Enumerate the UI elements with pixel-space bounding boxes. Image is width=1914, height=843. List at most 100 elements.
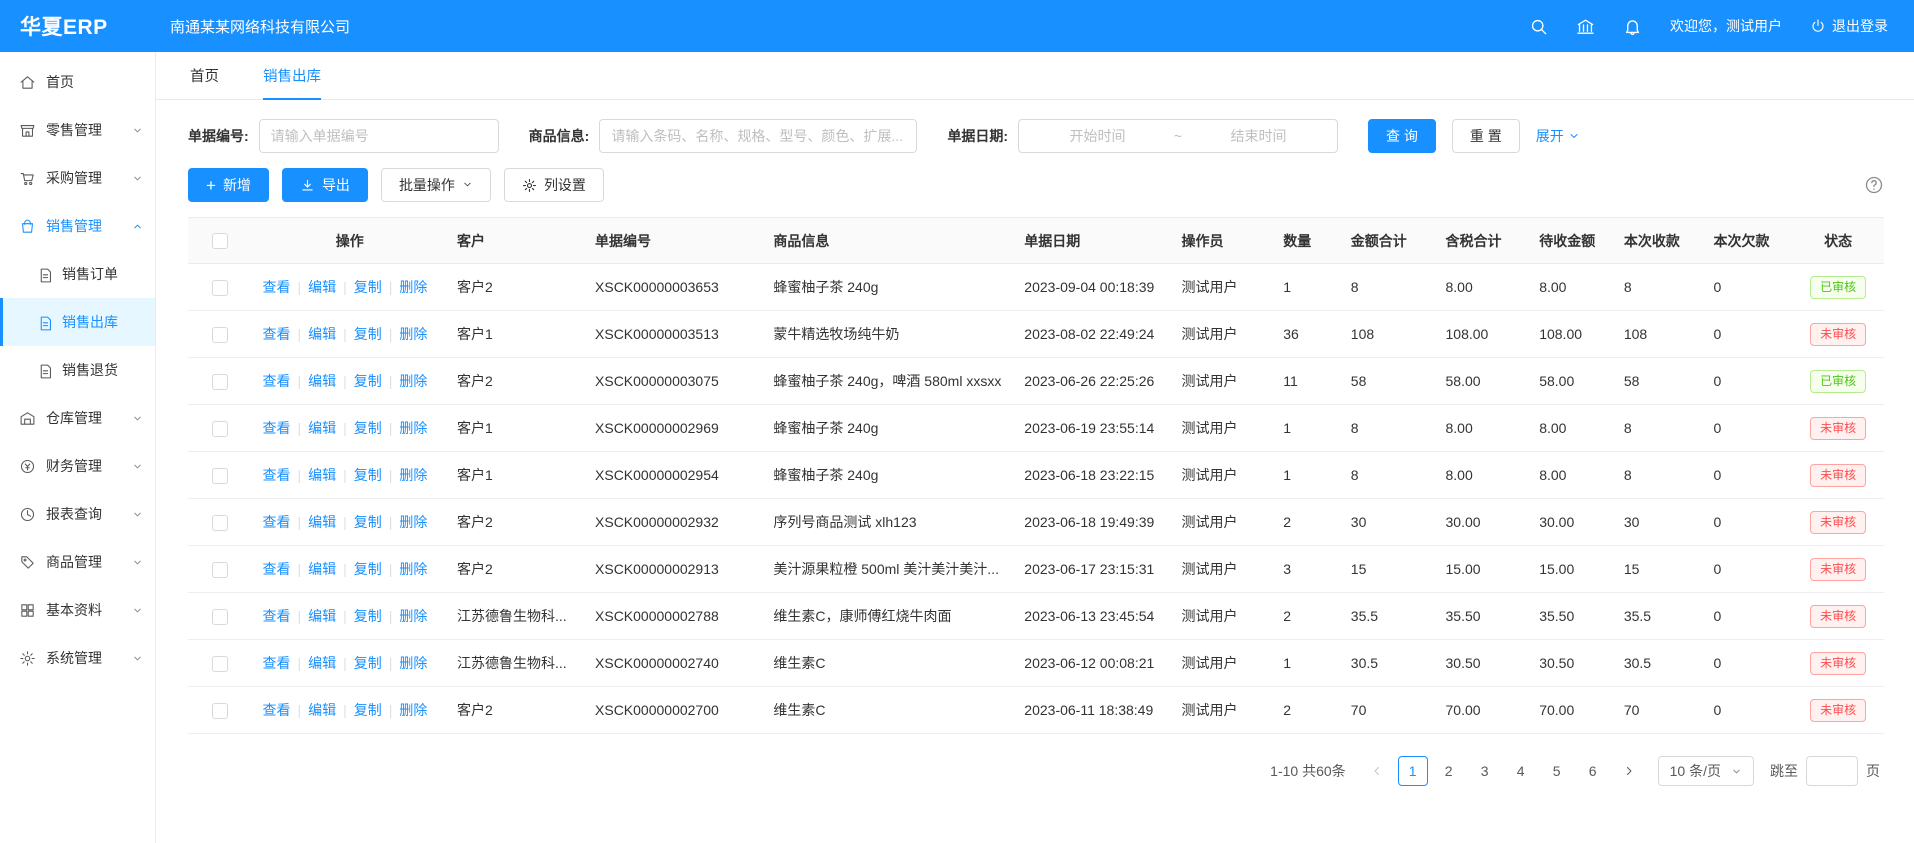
action-link-2[interactable]: 复制: [354, 608, 382, 624]
cell-pending: 108.00: [1529, 311, 1614, 358]
row-checkbox[interactable]: [212, 703, 228, 719]
action-link-1[interactable]: 编辑: [308, 561, 336, 577]
page-button-5[interactable]: 5: [1542, 756, 1572, 786]
action-link-2[interactable]: 复制: [354, 373, 382, 389]
sidebar-item-warehouse[interactable]: 仓库管理: [0, 394, 155, 442]
sidebar-item-finance[interactable]: 财务管理: [0, 442, 155, 490]
bill-no-input[interactable]: [259, 119, 499, 153]
welcome-user[interactable]: 欢迎您，测试用户: [1670, 16, 1782, 36]
tab-home[interactable]: 首页: [190, 52, 219, 99]
action-link-0[interactable]: 查看: [262, 702, 290, 718]
page-button-3[interactable]: 3: [1470, 756, 1500, 786]
page-button-4[interactable]: 4: [1506, 756, 1536, 786]
export-button[interactable]: 导出: [282, 168, 368, 202]
tab-sales-outbound[interactable]: 销售出库: [263, 52, 321, 99]
action-link-3[interactable]: 删除: [399, 373, 427, 389]
next-page-button[interactable]: [1614, 756, 1644, 786]
row-checkbox[interactable]: [212, 374, 228, 390]
select-all-checkbox[interactable]: [212, 233, 228, 249]
action-link-2[interactable]: 复制: [354, 279, 382, 295]
action-link-2[interactable]: 复制: [354, 420, 382, 436]
sidebar-item-home[interactable]: 首页: [0, 58, 155, 106]
action-link-3[interactable]: 删除: [399, 655, 427, 671]
row-checkbox[interactable]: [212, 656, 228, 672]
expand-link[interactable]: 展开: [1536, 126, 1580, 146]
bank-icon[interactable]: [1576, 17, 1595, 36]
sidebar-item-retail[interactable]: 零售管理: [0, 106, 155, 154]
action-link-3[interactable]: 删除: [399, 702, 427, 718]
help-icon[interactable]: [1864, 175, 1884, 195]
action-link-0[interactable]: 查看: [262, 514, 290, 530]
row-checkbox[interactable]: [212, 562, 228, 578]
add-button[interactable]: + 新增: [188, 168, 269, 202]
search-icon[interactable]: [1529, 17, 1548, 36]
column-settings-button[interactable]: 列设置: [504, 168, 604, 202]
sidebar-item-basic[interactable]: 基本资料: [0, 586, 155, 634]
action-link-1[interactable]: 编辑: [308, 373, 336, 389]
action-link-1[interactable]: 编辑: [308, 608, 336, 624]
reset-button[interactable]: 重 置: [1452, 119, 1520, 153]
action-link-2[interactable]: 复制: [354, 514, 382, 530]
action-link-0[interactable]: 查看: [262, 655, 290, 671]
action-link-1[interactable]: 编辑: [308, 279, 336, 295]
page-button-6[interactable]: 6: [1578, 756, 1608, 786]
action-link-3[interactable]: 删除: [399, 514, 427, 530]
action-link-1[interactable]: 编辑: [308, 702, 336, 718]
sidebar-item-sales-order[interactable]: 销售订单: [0, 250, 155, 298]
row-checkbox[interactable]: [212, 609, 228, 625]
action-link-3[interactable]: 删除: [399, 608, 427, 624]
date-range-picker[interactable]: 开始时间 ~ 结束时间: [1018, 119, 1338, 153]
action-link-2[interactable]: 复制: [354, 326, 382, 342]
action-link-2[interactable]: 复制: [354, 467, 382, 483]
action-separator: |: [343, 608, 347, 624]
sidebar-item-sales[interactable]: 销售管理: [0, 202, 155, 250]
row-checkbox[interactable]: [212, 515, 228, 531]
row-checkbox[interactable]: [212, 327, 228, 343]
action-link-0[interactable]: 查看: [262, 373, 290, 389]
action-link-1[interactable]: 编辑: [308, 420, 336, 436]
action-link-3[interactable]: 删除: [399, 420, 427, 436]
action-link-1[interactable]: 编辑: [308, 655, 336, 671]
action-link-3[interactable]: 删除: [399, 279, 427, 295]
page-button-2[interactable]: 2: [1434, 756, 1464, 786]
product-info-label: 商品信息:: [529, 126, 590, 146]
action-link-0[interactable]: 查看: [262, 279, 290, 295]
action-link-1[interactable]: 编辑: [308, 326, 336, 342]
cell-date: 2023-08-02 22:49:24: [1014, 311, 1171, 358]
row-checkbox[interactable]: [212, 468, 228, 484]
action-link-0[interactable]: 查看: [262, 326, 290, 342]
action-link-0[interactable]: 查看: [262, 420, 290, 436]
action-link-1[interactable]: 编辑: [308, 467, 336, 483]
action-link-2[interactable]: 复制: [354, 655, 382, 671]
sidebar-item-purchase[interactable]: 采购管理: [0, 154, 155, 202]
action-link-0[interactable]: 查看: [262, 467, 290, 483]
action-link-0[interactable]: 查看: [262, 561, 290, 577]
sidebar-item-system[interactable]: 系统管理: [0, 634, 155, 682]
cell-tax_total: 30.00: [1436, 499, 1530, 546]
product-info-input[interactable]: [599, 119, 917, 153]
bell-icon[interactable]: [1623, 17, 1642, 36]
search-button[interactable]: 查 询: [1368, 119, 1436, 153]
cell-customer: 客户1: [447, 405, 585, 452]
sidebar-item-goods[interactable]: 商品管理: [0, 538, 155, 586]
sidebar-item-report[interactable]: 报表查询: [0, 490, 155, 538]
action-link-2[interactable]: 复制: [354, 561, 382, 577]
action-link-3[interactable]: 删除: [399, 467, 427, 483]
action-link-3[interactable]: 删除: [399, 561, 427, 577]
prev-page-button[interactable]: [1362, 756, 1392, 786]
cell-actions: 查看|编辑|复制|删除: [252, 640, 446, 687]
action-link-1[interactable]: 编辑: [308, 514, 336, 530]
page-jump-input[interactable]: [1806, 756, 1858, 786]
row-checkbox[interactable]: [212, 421, 228, 437]
action-link-3[interactable]: 删除: [399, 326, 427, 342]
logout-button[interactable]: 退出登录: [1810, 16, 1888, 36]
page-size-select[interactable]: 10 条/页: [1658, 756, 1754, 786]
batch-actions-button[interactable]: 批量操作: [381, 168, 491, 202]
action-link-2[interactable]: 复制: [354, 702, 382, 718]
sidebar-item-sales-return[interactable]: 销售退货: [0, 346, 155, 394]
action-link-0[interactable]: 查看: [262, 608, 290, 624]
sidebar-item-sales-outbound[interactable]: 销售出库: [0, 298, 155, 346]
page-button-1[interactable]: 1: [1398, 756, 1428, 786]
row-checkbox[interactable]: [212, 280, 228, 296]
cell-received: 58: [1614, 358, 1704, 405]
